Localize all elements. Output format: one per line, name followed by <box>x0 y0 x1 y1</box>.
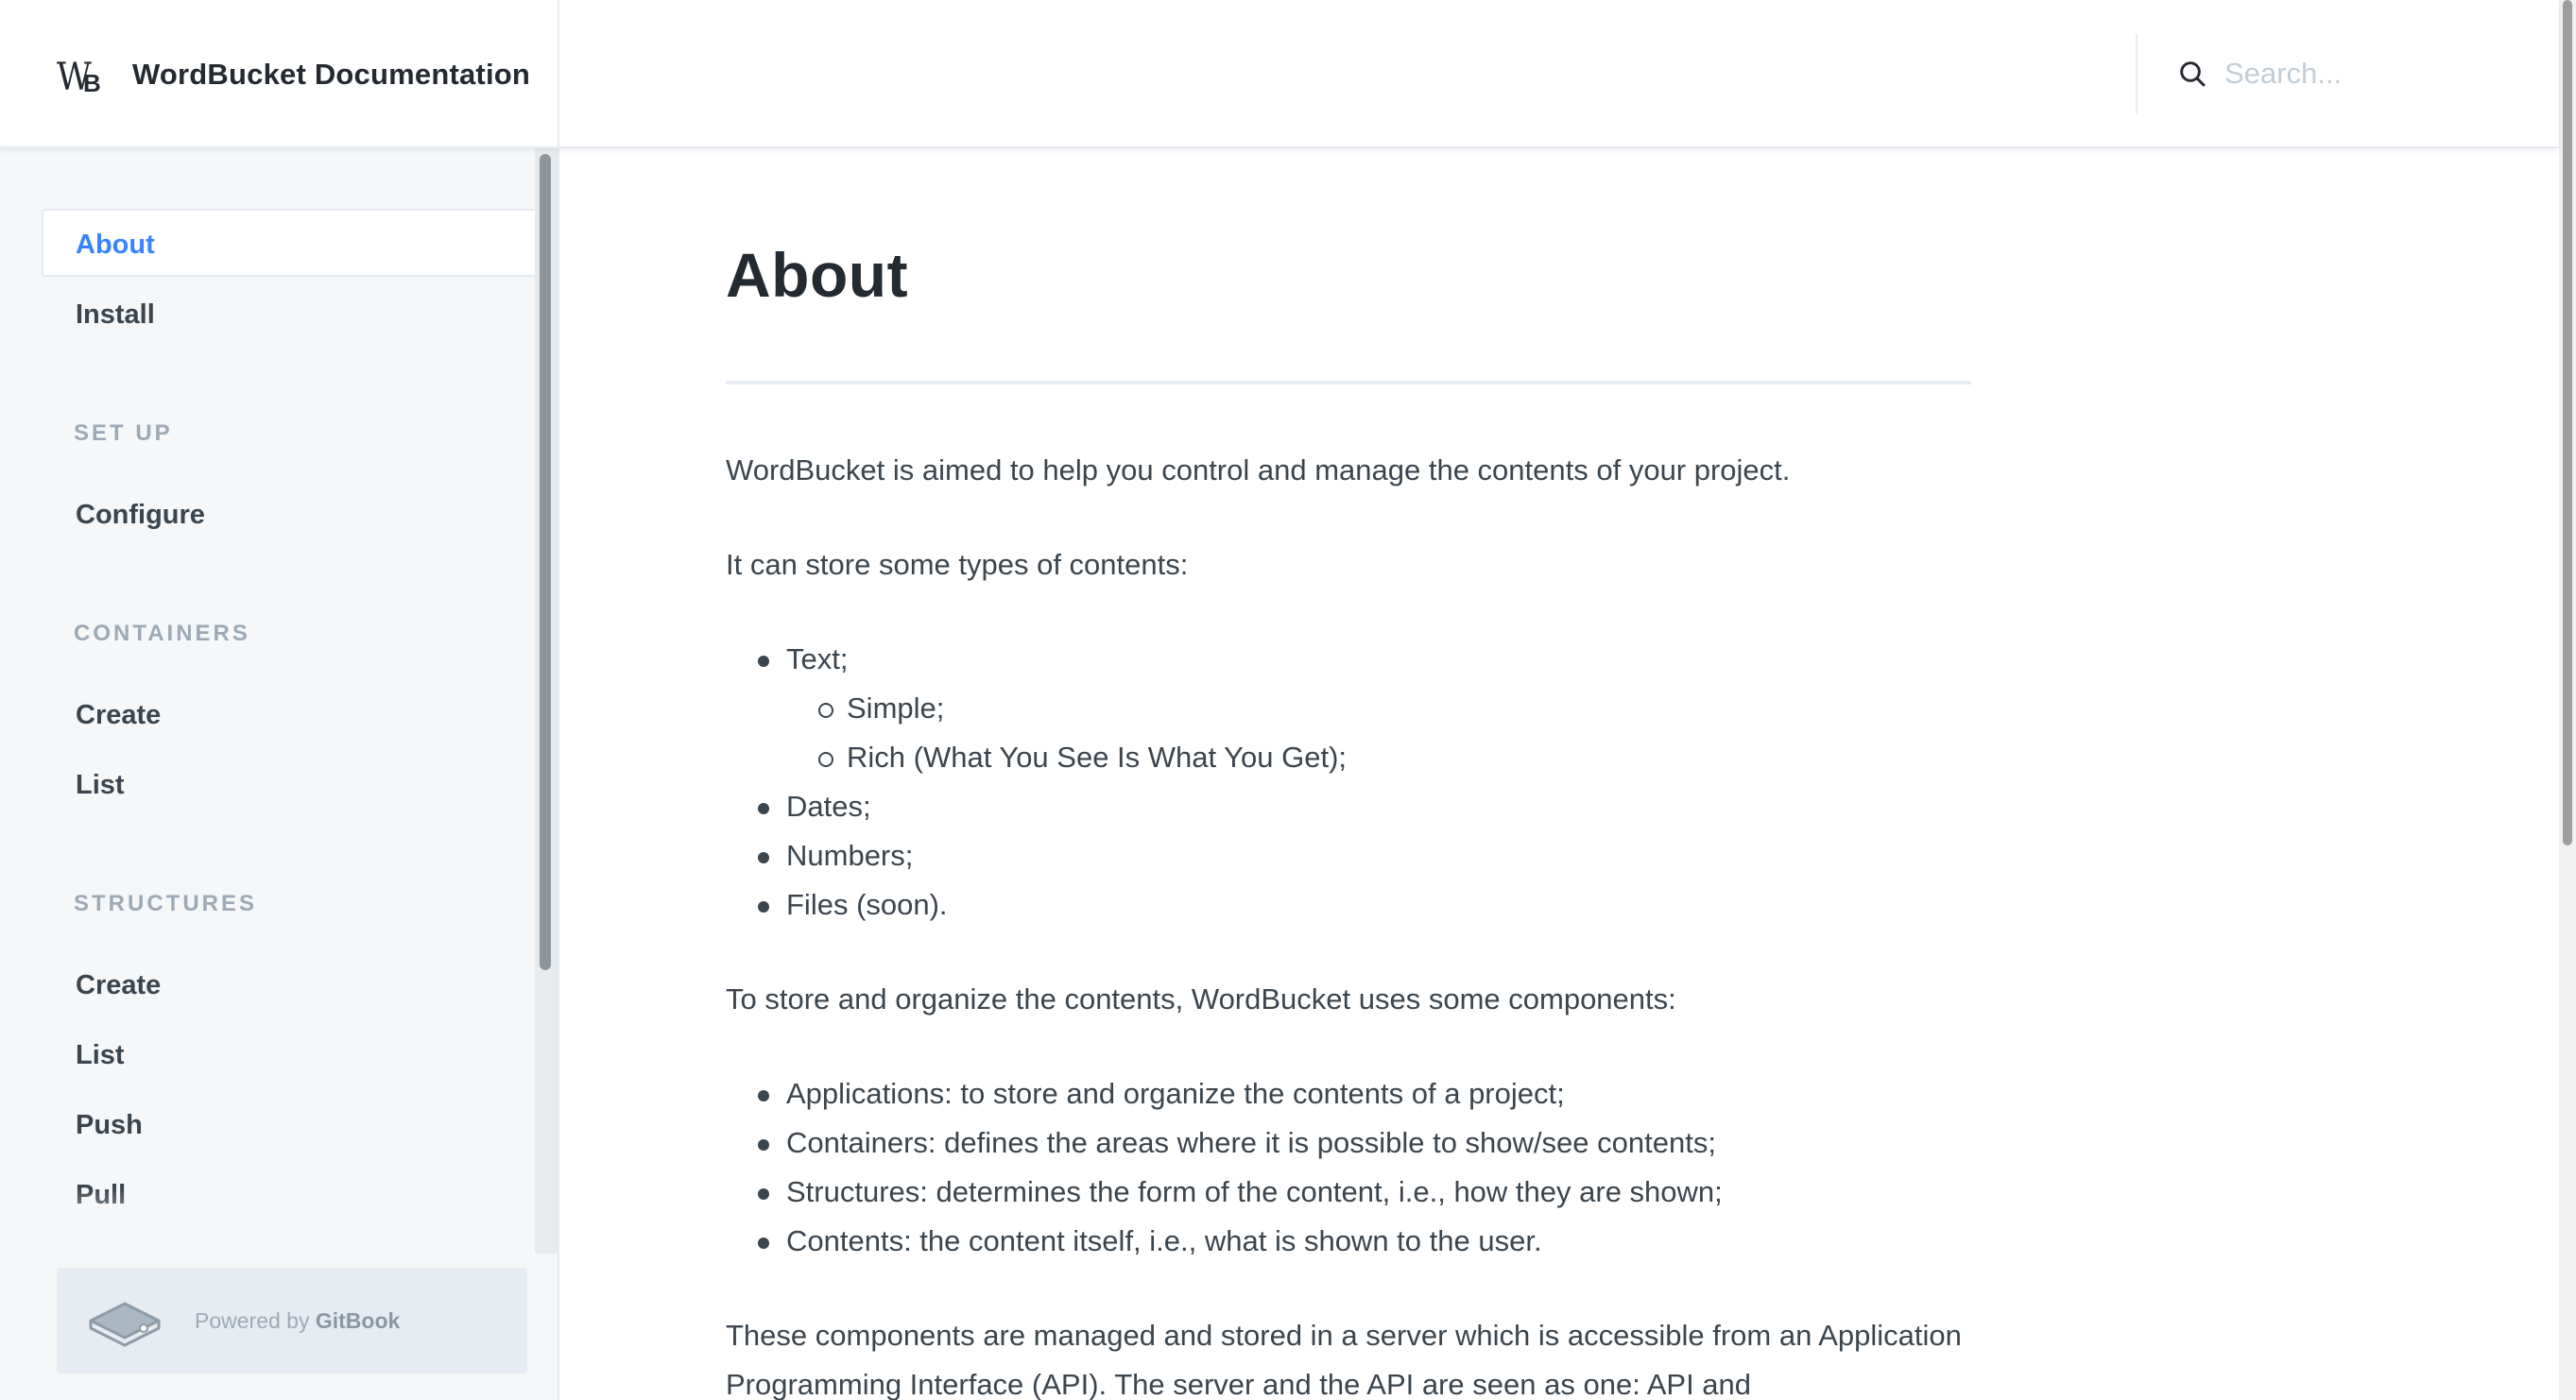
sub-list-item: Rich (What You See Is What You Get); <box>786 733 1971 782</box>
search-input[interactable] <box>2224 57 2508 91</box>
sidebar-item-install[interactable]: Install <box>42 279 535 347</box>
list-item-text: Text; <box>786 642 849 675</box>
section-header-structures: STRUCTURES <box>74 891 258 916</box>
list-item: Text; Simple; Rich (What You See Is What… <box>726 635 1971 782</box>
sidebar: About Install SET UP Configure CONTAINER… <box>0 148 559 1400</box>
text-subtypes-list: Simple; Rich (What You See Is What You G… <box>786 684 1971 782</box>
list-item: Applications: to store and organize the … <box>726 1069 1971 1118</box>
components-list: Applications: to store and organize the … <box>726 1069 1971 1266</box>
article: About WordBucket is aimed to help you co… <box>726 150 1971 1400</box>
list-item: Containers: defines the areas where it i… <box>726 1118 1971 1168</box>
sub-list-item: Simple; <box>786 684 1971 733</box>
powered-prefix: Powered by <box>195 1307 310 1333</box>
intro-paragraph: WordBucket is aimed to help you control … <box>726 453 1791 487</box>
list-item: Contents: the content itself, i.e., what… <box>726 1217 1971 1266</box>
search-box[interactable] <box>2136 34 2559 113</box>
gitbook-icon <box>89 1302 161 1347</box>
site-title[interactable]: WordBucket Documentation <box>132 58 530 92</box>
sidebar-item-structures-push[interactable]: Push <box>42 1089 535 1157</box>
content-types-list: Text; Simple; Rich (What You See Is What… <box>726 635 1971 930</box>
types-intro-paragraph: It can store some types of contents: <box>726 548 1189 581</box>
list-item: Dates; <box>726 782 1971 831</box>
sidebar-item-containers-create[interactable]: Create <box>42 679 535 747</box>
powered-brand: GitBook <box>315 1307 401 1333</box>
powered-by-gitbook-link[interactable]: Powered by GitBook <box>57 1268 527 1374</box>
title-divider <box>726 381 1971 384</box>
list-item: Numbers; <box>726 831 1971 880</box>
powered-by-text: Powered by GitBook <box>195 1308 400 1334</box>
sidebar-fade <box>0 1187 535 1254</box>
api-paragraph: These components are managed and stored … <box>726 1319 1962 1400</box>
main-content: About WordBucket is aimed to help you co… <box>561 150 2559 1400</box>
list-item: Files (soon). <box>726 880 1971 930</box>
sidebar-item-containers-list[interactable]: List <box>42 749 535 817</box>
search-icon <box>2180 61 2206 87</box>
sidebar-scrollbar-thumb[interactable] <box>540 154 551 970</box>
window-scrollbar-thumb[interactable] <box>2563 0 2572 845</box>
sidebar-item-structures-create[interactable]: Create <box>42 949 535 1017</box>
components-intro-paragraph: To store and organize the contents, Word… <box>726 982 1676 1016</box>
sidebar-item-about[interactable]: About <box>42 209 535 277</box>
top-header: W B WordBucket Documentation <box>0 0 2559 148</box>
logo-letter-b: B <box>83 68 101 97</box>
sidebar-item-structures-list[interactable]: List <box>42 1019 535 1087</box>
sidebar-item-configure[interactable]: Configure <box>42 479 535 547</box>
page-title: About <box>726 240 909 310</box>
section-header-containers: CONTAINERS <box>74 621 250 646</box>
section-header-setup: SET UP <box>74 420 173 446</box>
wordbucket-logo: W B <box>55 54 104 99</box>
list-item: Structures: determines the form of the c… <box>726 1168 1971 1217</box>
brand-link[interactable]: W B WordBucket Documentation <box>0 0 559 148</box>
sidebar-nav: About Install SET UP Configure CONTAINER… <box>42 209 535 1229</box>
